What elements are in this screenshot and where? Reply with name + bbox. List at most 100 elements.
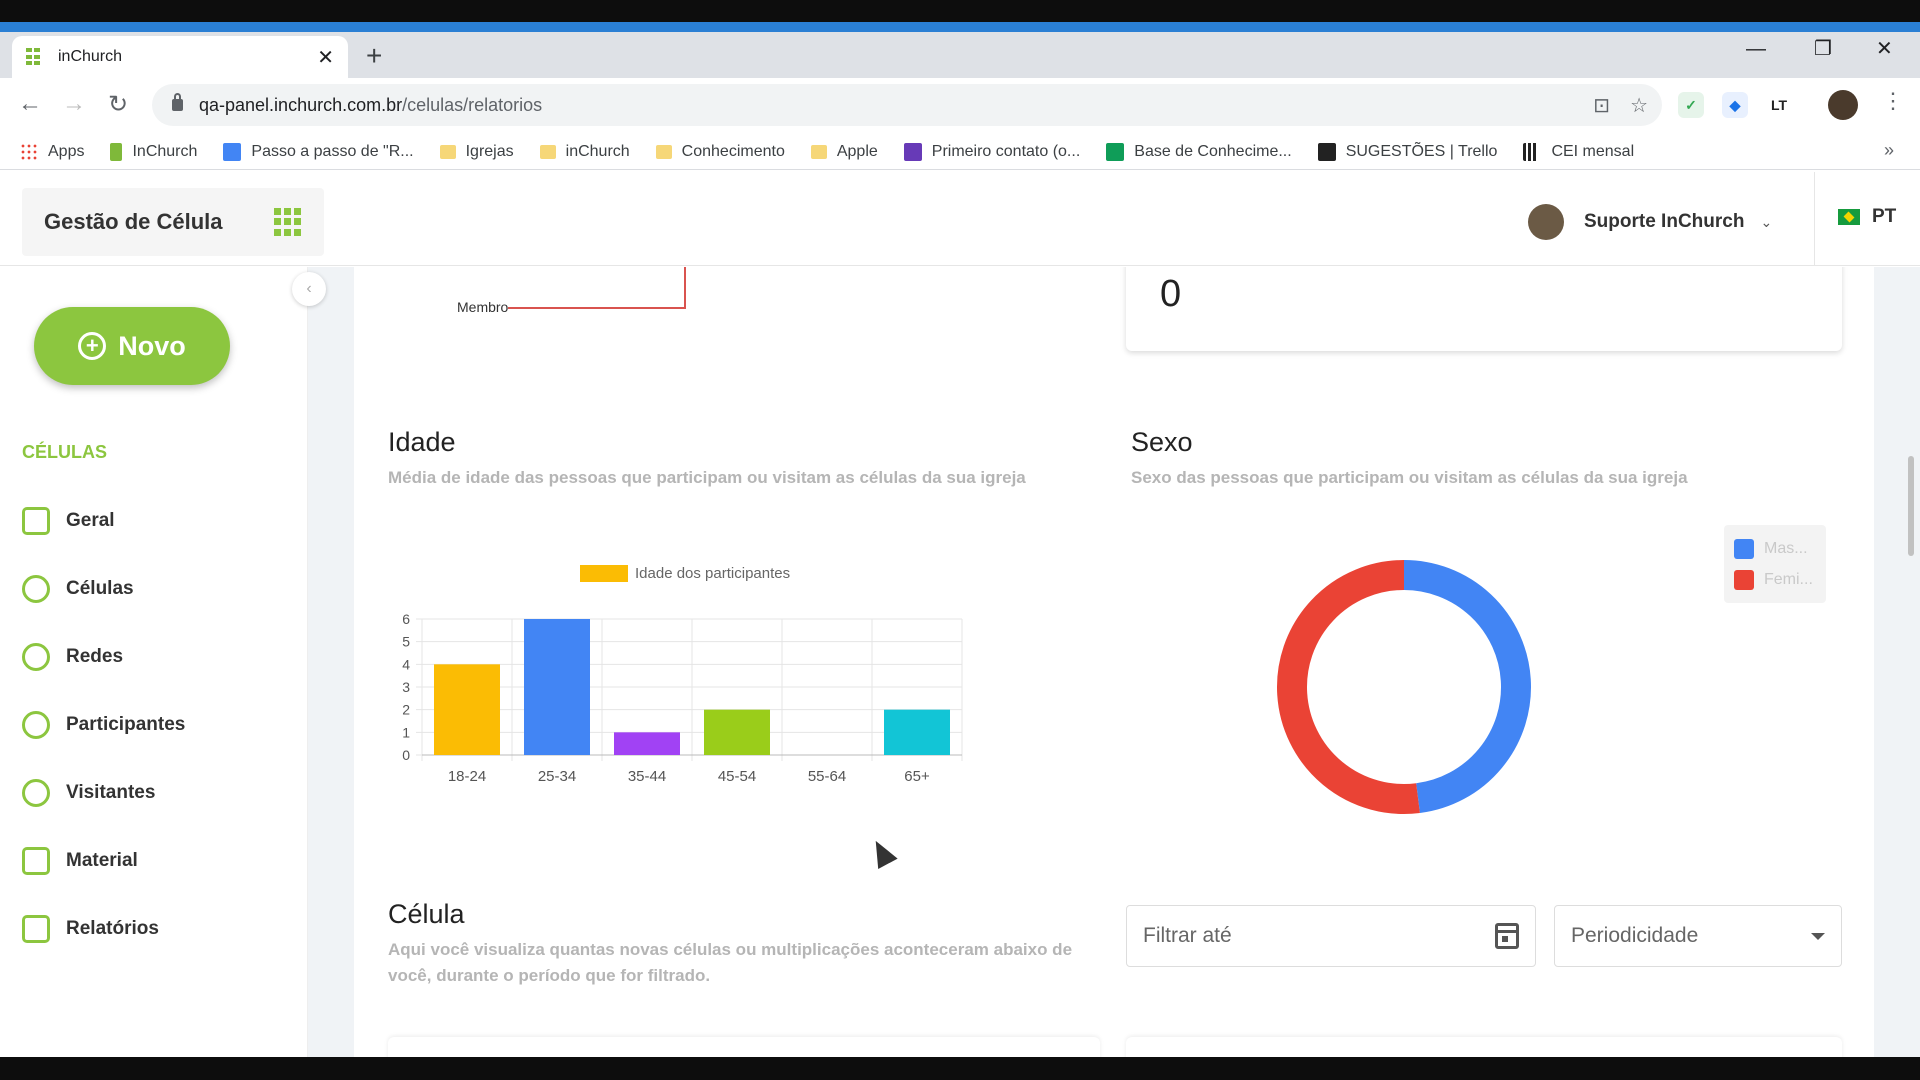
folder-icon (810, 144, 827, 159)
browser-menu-icon[interactable]: ⋮ (1882, 88, 1904, 114)
calendar-icon[interactable] (1495, 923, 1519, 949)
sidebar-item-celulas[interactable]: Células (22, 555, 185, 623)
bookmark-item[interactable]: Apps (20, 142, 84, 161)
trello-icon (1317, 142, 1336, 161)
bookmark-label: inChurch (565, 142, 630, 160)
sidebar-item-label: Participantes (66, 714, 186, 735)
bookmark-label: Base de Conhecime... (1134, 142, 1292, 160)
filter-date-field[interactable]: Filtrar até (1126, 905, 1536, 967)
back-icon[interactable]: ← (18, 90, 42, 118)
cell-subtitle-line: Aqui você visualiza quantas novas célula… (388, 940, 1073, 959)
user-menu[interactable]: Suporte InChurch ⌄ (1528, 204, 1772, 240)
bookmark-item[interactable]: InChurch (110, 142, 197, 161)
apps-grid-icon[interactable] (274, 208, 302, 236)
sex-legend: Mas... Femi... (1724, 525, 1826, 603)
bookmark-label: CEI mensal (1551, 142, 1635, 160)
bookmark-item[interactable]: inChurch (539, 142, 630, 161)
stat-card: 0 (1126, 267, 1842, 351)
new-button-label: Novo (118, 330, 186, 361)
sidebar-item-material[interactable]: Material (22, 827, 185, 895)
chevron-down-icon: ⌄ (1760, 213, 1773, 230)
legend-item[interactable]: Mas... (1734, 533, 1816, 564)
sidebar-collapse-button[interactable]: ‹ (292, 272, 326, 306)
docs-icon (223, 142, 242, 161)
bookmark-label: Passo a passo de "R... (251, 142, 414, 160)
report-content: Membro 0 Idade Média de idade das pessoa… (354, 267, 1874, 1057)
bar (704, 709, 770, 755)
folder-icon (439, 144, 456, 159)
dropdown-arrow-icon (1811, 932, 1825, 940)
sidebar-item-participantes[interactable]: Participantes (22, 691, 185, 759)
restore-icon[interactable]: ❐ (1814, 36, 1832, 61)
extension-icon[interactable]: ◆ (1722, 92, 1748, 118)
sidebar-item-redes[interactable]: Redes (22, 623, 185, 691)
cell-section-subtitle: Aqui você visualiza quantas novas célula… (388, 937, 1072, 989)
y-tick-label: 6 (402, 611, 410, 627)
bookmark-label: Apple (836, 142, 878, 160)
age-section-subtitle: Média de idade das pessoas que participa… (388, 468, 1026, 487)
sidebar-item-label: Geral (66, 510, 115, 531)
bookmark-item[interactable]: CEI mensal (1523, 142, 1635, 161)
new-tab-icon[interactable]: + (366, 40, 382, 72)
legend-label: Mas... (1764, 539, 1808, 557)
bookmark-item[interactable]: SUGESTÕES | Trello (1317, 142, 1497, 161)
cell-section-title: Célula (388, 899, 465, 929)
x-tick-label: 45-54 (718, 768, 756, 785)
bookmarks-bar: Apps InChurch Passo a passo de "R... Igr… (0, 134, 1920, 170)
x-tick-label: 65+ (904, 768, 930, 785)
sidebar-item-relatorios[interactable]: Relatórios (22, 895, 185, 963)
bookmark-label: Igrejas (465, 142, 514, 160)
browser-toolbar: ← → ↻ qa-panel.inchurch.com.br/celulas/r… (0, 78, 1920, 134)
window-close-icon[interactable]: ✕ (1876, 36, 1893, 61)
bookmark-item[interactable]: Igrejas (439, 142, 514, 161)
url-path: /celulas/relatorios (402, 94, 543, 115)
y-tick-label: 0 (402, 747, 410, 763)
profile-avatar[interactable] (1828, 90, 1858, 120)
sidebar-item-label: Redes (66, 646, 124, 667)
bookmark-item[interactable]: Base de Conhecime... (1106, 142, 1292, 161)
translate-icon[interactable]: ⊡ (1593, 93, 1610, 118)
bar (884, 709, 950, 755)
bar (524, 619, 590, 755)
y-tick-label: 5 (402, 634, 410, 650)
extension-icon[interactable]: ✓ (1678, 92, 1704, 118)
periodicity-placeholder: Periodicidade (1571, 924, 1699, 947)
bookmark-item[interactable]: Apple (810, 142, 878, 161)
org-chart-line (504, 307, 686, 309)
forward-icon[interactable]: → (62, 90, 86, 118)
sidebar-item-visitantes[interactable]: Visitantes (22, 759, 185, 827)
sidebar-item-geral[interactable]: Geral (22, 487, 185, 555)
sidebar-item-label: Material (66, 850, 138, 871)
minimize-icon[interactable]: — (1746, 38, 1766, 61)
y-tick-label: 2 (402, 702, 410, 718)
extension-icon[interactable]: LT (1766, 92, 1792, 118)
sidebar-item-label: Células (66, 578, 134, 599)
legend-item[interactable]: Femi... (1734, 564, 1816, 595)
x-tick-label: 18-24 (448, 768, 486, 785)
plus-circle-icon: + (78, 332, 107, 360)
apps-grid-icon (20, 142, 38, 161)
scrollbar-thumb[interactable] (1908, 456, 1914, 556)
bookmark-item[interactable]: Passo a passo de "R... (223, 142, 414, 161)
language-selector[interactable]: PT (1838, 206, 1896, 228)
tab-close-icon[interactable]: ✕ (317, 45, 334, 70)
sex-section-subtitle: Sexo das pessoas que participam ou visit… (1131, 468, 1688, 487)
sidebar: + Novo CÉLULAS Geral Células Redes Parti… (0, 267, 308, 1057)
star-icon[interactable]: ☆ (1630, 93, 1648, 118)
bookmark-item[interactable]: Primeiro contato (o... (903, 142, 1080, 161)
bookmark-item[interactable]: Conhecimento (655, 143, 785, 161)
address-bar[interactable]: qa-panel.inchurch.com.br/celulas/relator… (152, 84, 1662, 126)
browser-tab[interactable]: inChurch ✕ (12, 36, 348, 78)
new-button[interactable]: + Novo (34, 307, 230, 385)
filter-date-placeholder: Filtrar até (1143, 924, 1232, 947)
cell-stat-card (1126, 1037, 1842, 1057)
main-area: Membro 0 Idade Média de idade das pessoa… (308, 267, 1920, 1057)
y-tick-label: 3 (402, 679, 410, 695)
sex-section-title: Sexo (1131, 427, 1193, 457)
chevron-left-icon: ‹ (306, 280, 312, 297)
bookmarks-overflow-icon[interactable]: » (1884, 140, 1894, 161)
cells-icon (22, 575, 50, 603)
reload-icon[interactable]: ↻ (108, 90, 128, 119)
periodicity-select[interactable]: Periodicidade (1554, 905, 1842, 967)
visitors-icon (22, 779, 50, 807)
